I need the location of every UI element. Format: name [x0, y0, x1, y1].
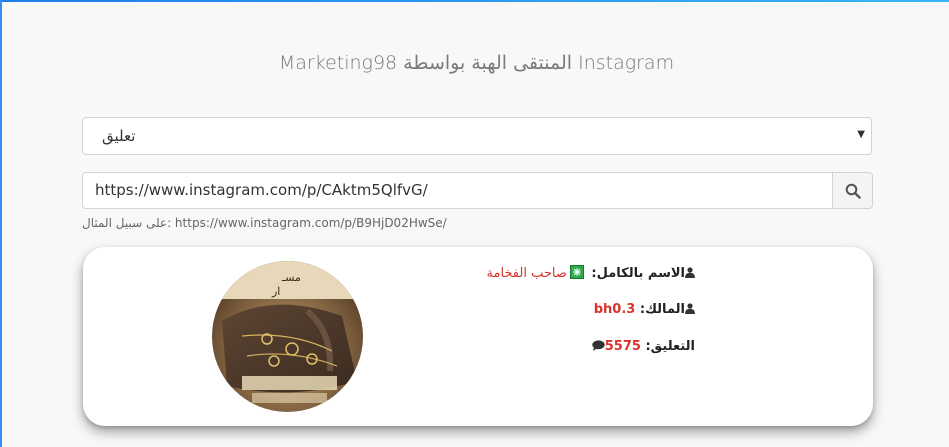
- user-icon: [685, 303, 695, 314]
- owner-label: المالك:: [639, 302, 685, 317]
- type-select-value: تعليق: [102, 127, 136, 145]
- example-hint: على سبيل المثال: https://www.instagram.c…: [82, 216, 447, 230]
- leaf-icon: [569, 265, 584, 279]
- svg-text:ار: ار: [271, 285, 280, 298]
- fullname-value: صاحب الفخامة: [486, 266, 567, 281]
- owner-value: bh0.3: [593, 302, 636, 317]
- comment-label: التعليق:: [645, 339, 695, 354]
- owner-row: المالك: bh0.3: [594, 302, 695, 317]
- search-button[interactable]: [832, 172, 873, 209]
- user-icon: [685, 267, 695, 278]
- page-title: Marketing98 المنتقى الهبة بواسطة Instagr…: [278, 52, 675, 74]
- post-thumbnail: مسـ ار: [212, 261, 363, 412]
- result-card: مسـ ار الاسم بالكامل: صاحب الفخامة المال…: [83, 247, 873, 426]
- comment-value: 5575: [604, 339, 641, 354]
- type-select[interactable]: تعليق ▼: [82, 117, 872, 155]
- fullname-label: الاسم بالكامل:: [591, 266, 685, 281]
- top-accent-bar: [2, 0, 949, 2]
- comment-icon: [592, 340, 605, 351]
- url-input[interactable]: https://www.instagram.com/p/CAktm5QlfvG/: [82, 172, 833, 209]
- svg-text:مسـ: مسـ: [281, 271, 301, 284]
- search-icon: [845, 183, 861, 199]
- comment-row: التعليق: 5575: [592, 339, 695, 354]
- fullname-row: الاسم بالكامل: صاحب الفخامة: [487, 265, 695, 281]
- chevron-down-icon: ▼: [857, 129, 865, 140]
- url-input-value: https://www.instagram.com/p/CAktm5QlfvG/: [95, 181, 428, 199]
